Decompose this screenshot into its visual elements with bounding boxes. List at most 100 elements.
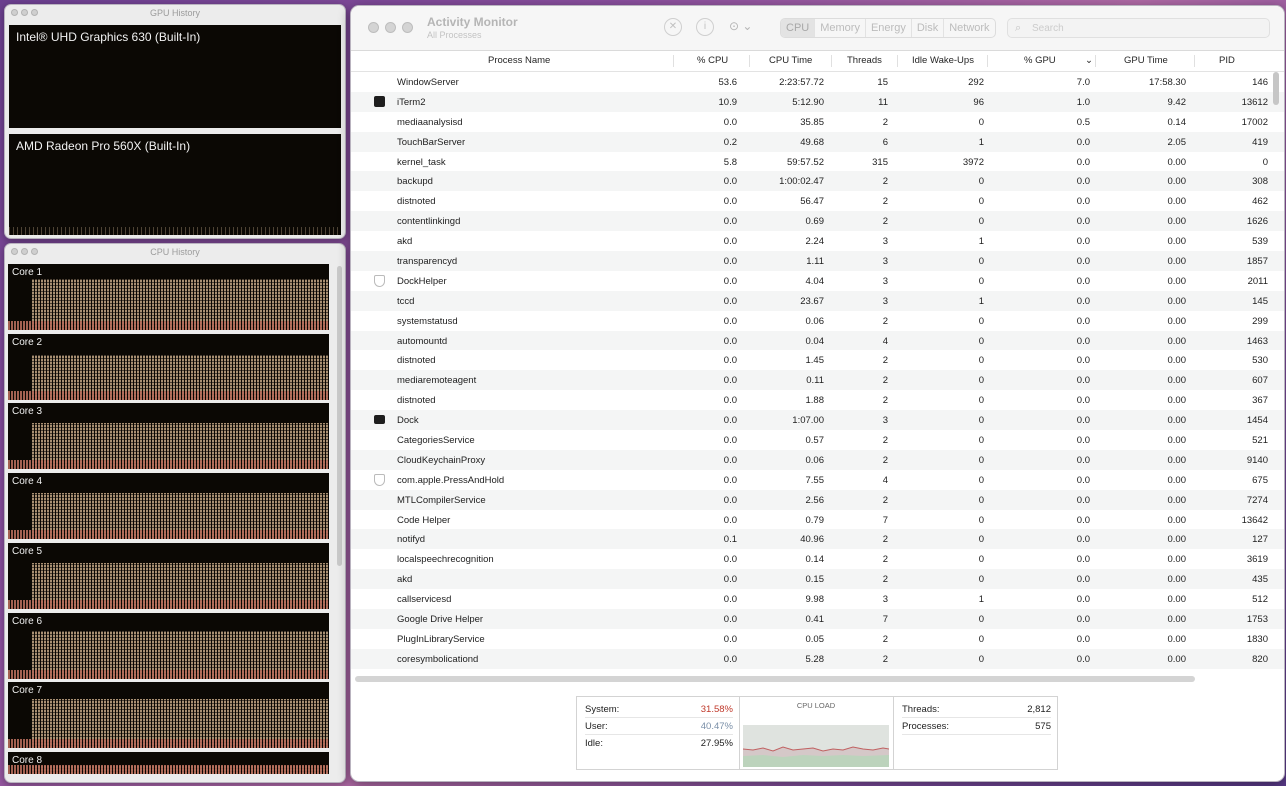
table-row[interactable]: akd 0.0 2.24 3 1 0.0 0.00 539	[351, 231, 1284, 251]
cell-cpu-time: 0.69	[805, 216, 825, 228]
table-row[interactable]: distnoted 0.0 1.45 2 0 0.0 0.00 530	[351, 350, 1284, 370]
cell-gpu: 0.0	[1076, 216, 1090, 228]
table-row[interactable]: localspeechrecognition 0.0 0.14 2 0 0.0 0.00 36…	[351, 549, 1284, 569]
cell-pid: 675	[1252, 474, 1268, 486]
cell-threads: 2	[882, 633, 888, 645]
table-row[interactable]: CategoriesService 0.0 0.57 2 0 0.0 0.00 521	[351, 430, 1284, 450]
table-row[interactable]: TouchBarServer 0.2 49.68 6 1 0.0 2.05 419	[351, 131, 1284, 152]
column-header-pid[interactable]: PID	[1219, 55, 1235, 66]
cell-threads: 3	[882, 236, 888, 248]
table-row[interactable]: Dock 0.0 1:07.00 3 0 0.0 0.00 1454	[351, 410, 1284, 431]
cell-name: notifyd	[397, 534, 425, 546]
table-row[interactable]: distnoted 0.0 56.47 2 0 0.0 0.00 462	[351, 191, 1284, 211]
column-header-gpu-time[interactable]: GPU Time	[1124, 55, 1168, 66]
cell-cpu: 0.0	[723, 474, 737, 486]
cell-name: kernel_task	[397, 156, 446, 168]
cell-gpu: 0.0	[1076, 136, 1090, 148]
table-row[interactable]: WindowServer 53.6 2:23:57.72 15 292 7.0 17:58.…	[351, 72, 1284, 92]
table-row[interactable]: Google Drive Helper 0.0 0.41 7 0 0.0 0.00 1753	[351, 609, 1284, 629]
more-actions-button[interactable]: ⊙ ⌄	[729, 19, 752, 33]
window-controls[interactable]	[11, 9, 38, 16]
cell-pid: 0	[1262, 156, 1268, 168]
tab-network[interactable]: Network	[944, 19, 994, 37]
table-row[interactable]: tccd 0.0 23.67 3 1 0.0 0.00 145	[351, 290, 1284, 311]
table-row[interactable]: MTLCompilerService 0.0 2.56 2 0 0.0 0.00 7274	[351, 489, 1284, 510]
cell-gpu: 0.0	[1076, 355, 1090, 367]
minimize-button[interactable]	[385, 22, 396, 33]
cell-cpu-time: 1:07.00	[792, 415, 824, 427]
core-label: Core 6	[12, 615, 43, 627]
search-input[interactable]: ⌕ Search	[1007, 18, 1270, 38]
cell-cpu: 0.0	[723, 315, 737, 327]
zoom-button[interactable]	[402, 22, 413, 33]
cell-name: akd	[397, 236, 413, 248]
core-system-usage	[8, 764, 329, 774]
table-row[interactable]: mediaremoteagent 0.0 0.11 2 0 0.0 0.00 607	[351, 370, 1284, 391]
table-row[interactable]: transparencyd 0.0 1.11 3 0 0.0 0.00 1857	[351, 251, 1284, 271]
cpu-history-titlebar: CPU History	[5, 244, 345, 260]
cell-threads: 2	[882, 196, 888, 208]
cell-cpu-time: 0.14	[805, 554, 825, 566]
window-controls[interactable]	[368, 22, 413, 33]
tab-disk[interactable]: Disk	[912, 19, 945, 37]
cell-pid: 2011	[1247, 275, 1268, 287]
tab-memory[interactable]: Memory	[815, 19, 866, 37]
column-header-idle-wake-ups[interactable]: Idle Wake-Ups	[912, 55, 974, 66]
window-controls[interactable]	[11, 248, 38, 255]
table-row[interactable]: akd 0.0 0.15 2 0 0.0 0.00 435	[351, 569, 1284, 590]
cell-gpu-time: 0.00	[1167, 494, 1187, 506]
table-row[interactable]: contentlinkingd 0.0 0.69 2 0 0.0 0.00 1626	[351, 211, 1284, 232]
column-header-gpu[interactable]: % GPU	[1024, 55, 1056, 66]
tab-energy[interactable]: Energy	[866, 19, 912, 37]
column-header-cpu-time[interactable]: CPU Time	[769, 55, 812, 66]
column-header-process-name[interactable]: Process Name	[488, 55, 550, 66]
close-button[interactable]	[368, 22, 379, 33]
cell-gpu-time: 0.00	[1167, 435, 1187, 447]
cell-gpu: 7.0	[1076, 77, 1090, 88]
cell-threads: 3	[882, 295, 888, 307]
cell-gpu: 0.0	[1076, 176, 1090, 188]
table-row[interactable]: CloudKeychainProxy 0.0 0.06 2 0 0.0 0.00 9140	[351, 449, 1284, 470]
table-row[interactable]: callservicesd 0.0 9.98 3 1 0.0 0.00 512	[351, 589, 1284, 609]
table-row[interactable]: coresymbolicationd 0.0 5.28 2 0 0.0 0.00 820	[351, 648, 1284, 669]
table-row[interactable]: backupd 0.0 1:00:02.47 2 0 0.0 0.00 308	[351, 171, 1284, 192]
vertical-scrollbar[interactable]	[1273, 72, 1279, 105]
cell-idle: 0	[978, 534, 984, 546]
cell-threads: 7	[882, 614, 888, 626]
cell-cpu-time: 9.98	[805, 594, 825, 606]
threads-value: 2,812	[1027, 704, 1051, 715]
info-icon[interactable]: i	[696, 18, 714, 36]
vertical-scrollbar[interactable]	[337, 266, 342, 566]
gpu-panel-amd: AMD Radeon Pro 560X (Built-In)	[9, 134, 341, 235]
table-row[interactable]: notifyd 0.1 40.96 2 0 0.0 0.00 127	[351, 529, 1284, 550]
cell-gpu-time: 0.00	[1167, 395, 1187, 407]
table-row[interactable]: PlugInLibraryService 0.0 0.05 2 0 0.0 0.00 1830	[351, 629, 1284, 649]
stop-process-icon[interactable]: ✕	[664, 18, 682, 36]
table-row[interactable]: systemstatusd 0.0 0.06 2 0 0.0 0.00 299	[351, 311, 1284, 331]
cell-idle: 0	[978, 494, 984, 506]
shield-icon	[374, 473, 385, 486]
table-row[interactable]: kernel_task 5.8 59:57.52 315 3972 0.0 0.00 0	[351, 152, 1284, 172]
cell-gpu-time: 9.42	[1167, 96, 1187, 108]
table-row[interactable]: mediaanalysisd 0.0 35.85 2 0 0.5 0.14 17002	[351, 112, 1284, 132]
column-header-threads[interactable]: Threads	[847, 55, 882, 66]
cell-cpu: 0.2	[723, 136, 737, 148]
column-header-cpu[interactable]: % CPU	[697, 55, 728, 66]
cell-cpu-time: 1.88	[805, 395, 825, 407]
table-row[interactable]: distnoted 0.0 1.88 2 0 0.0 0.00 367	[351, 390, 1284, 410]
horizontal-scrollbar[interactable]	[355, 676, 1195, 682]
cell-gpu-time: 0.00	[1167, 176, 1187, 188]
cell-cpu: 0.0	[723, 176, 737, 188]
core-label: Core 3	[12, 406, 43, 418]
cell-threads: 2	[882, 116, 888, 128]
cell-pid: 299	[1252, 315, 1268, 327]
tab-cpu[interactable]: CPU	[781, 19, 816, 37]
table-row[interactable]: automountd 0.0 0.04 4 0 0.0 0.00 1463	[351, 330, 1284, 351]
table-row[interactable]: com.apple.PressAndHold 0.0 7.55 4 0 0.0 0.00 67…	[351, 470, 1284, 490]
table-row[interactable]: Code Helper 0.0 0.79 7 0 0.0 0.00 13642	[351, 510, 1284, 530]
cell-threads: 2	[882, 534, 888, 546]
toolbar: Activity Monitor All Processes ✕ i ⊙ ⌄ C…	[351, 6, 1284, 51]
table-row[interactable]: iTerm2 10.9 5:12.90 11 96 1.0 9.42 13612	[351, 91, 1284, 112]
cell-name: PlugInLibraryService	[397, 633, 485, 645]
table-row[interactable]: DockHelper 0.0 4.04 3 0 0.0 0.00 2011	[351, 271, 1284, 291]
